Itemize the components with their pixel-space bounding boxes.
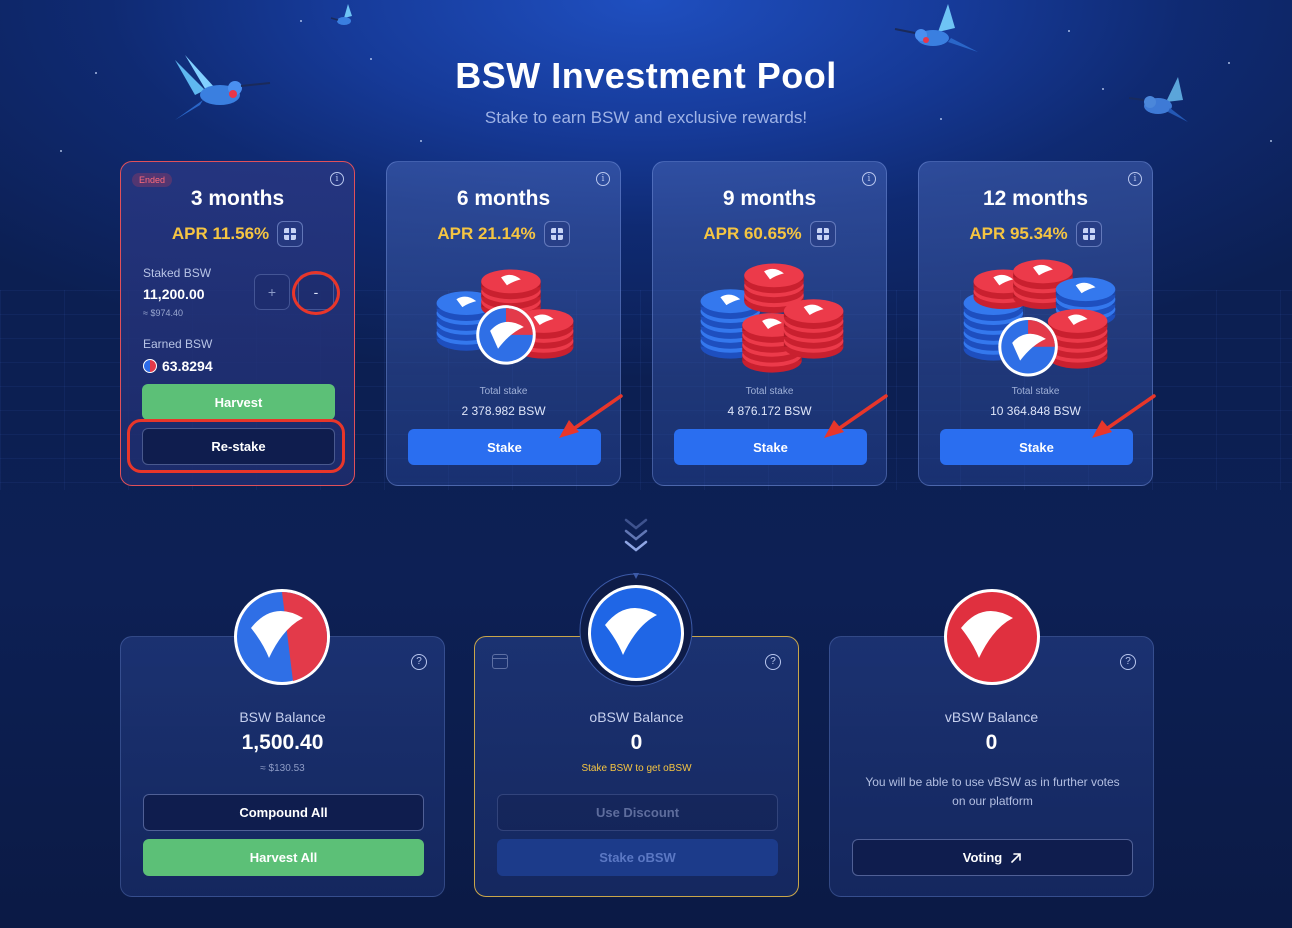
earned-value: 63.8294 — [162, 358, 213, 374]
staked-label: Staked BSW — [143, 266, 212, 280]
pool-title: 12 months — [982, 187, 1089, 210]
annotation-arrow-icon — [824, 394, 888, 438]
calendar-icon[interactable] — [492, 654, 508, 669]
harvest-all-button[interactable]: Harvest All — [143, 839, 424, 876]
question-icon[interactable]: ? — [765, 654, 781, 670]
stake-obsw-button[interactable]: Stake oBSW — [497, 839, 778, 876]
coin-stack-illustration — [963, 259, 1116, 377]
calculator-icon[interactable] — [809, 221, 836, 247]
calculator-icon[interactable] — [1075, 221, 1102, 247]
hummingbird-illustration — [330, 4, 352, 25]
annotation-arrow-icon — [559, 394, 623, 438]
apr-value: APR 60.65% — [703, 224, 802, 243]
coin-stack-illustration — [436, 269, 574, 365]
ended-badge: Ended — [132, 173, 173, 187]
page-title: BSW Investment Pool — [455, 55, 837, 96]
stake-hint: Stake BSW to get oBSW — [581, 763, 692, 774]
staked-usd-value: ≈ $974.40 — [143, 308, 183, 318]
obsw-coin-icon — [579, 573, 693, 687]
question-icon[interactable]: ? — [1120, 654, 1136, 670]
voting-button[interactable]: Voting — [852, 839, 1133, 876]
coin-stack-illustration — [700, 263, 844, 373]
earned-label: Earned BSW — [143, 337, 213, 351]
calculator-icon[interactable] — [277, 221, 304, 247]
apr-value: APR 21.14% — [437, 224, 536, 243]
voting-label: Voting — [962, 850, 1003, 865]
bsw-coin-icon — [234, 589, 330, 685]
highlight-circle — [292, 271, 340, 315]
balance-label: BSW Balance — [239, 709, 326, 725]
compound-all-button[interactable]: Compound All — [143, 794, 424, 831]
apr-value: APR 11.56% — [171, 224, 270, 243]
chevrons-down-icon — [624, 518, 648, 552]
balance-usd-value: ≈ $130.53 — [260, 763, 305, 774]
info-icon[interactable]: i — [1128, 172, 1142, 186]
balance-value: 1,500.40 — [241, 731, 324, 754]
highlight-box — [127, 419, 345, 473]
pool-title: 9 months — [722, 187, 817, 210]
arrow-up-right-icon — [1011, 852, 1022, 863]
bsw-coin-icon — [143, 359, 157, 373]
page-subtitle: Stake to earn BSW and exclusive rewards! — [484, 108, 808, 127]
vbsw-description: You will be able to use vBSW as in furth… — [865, 775, 1120, 808]
calculator-icon[interactable] — [543, 221, 570, 247]
pool-title: 3 months — [190, 187, 285, 210]
balance-label: vBSW Balance — [944, 709, 1039, 725]
hummingbird-illustration — [894, 4, 978, 52]
harvest-button[interactable]: Harvest — [142, 384, 335, 420]
vbsw-coin-icon — [944, 589, 1040, 685]
info-icon[interactable]: i — [862, 172, 876, 186]
pool-title: 6 months — [456, 187, 551, 210]
question-icon[interactable]: ? — [411, 654, 427, 670]
add-stake-button[interactable]: + — [254, 274, 290, 310]
use-discount-button[interactable]: Use Discount — [497, 794, 778, 831]
balance-label: oBSW Balance — [589, 709, 684, 725]
apr-value: APR 95.34% — [969, 224, 1068, 243]
balance-value: 0 — [985, 731, 998, 754]
balance-value: 0 — [630, 731, 643, 754]
info-icon[interactable]: i — [330, 172, 344, 186]
info-icon[interactable]: i — [596, 172, 610, 186]
annotation-arrow-icon — [1092, 394, 1156, 438]
staked-value: 11,200.00 — [143, 286, 205, 302]
